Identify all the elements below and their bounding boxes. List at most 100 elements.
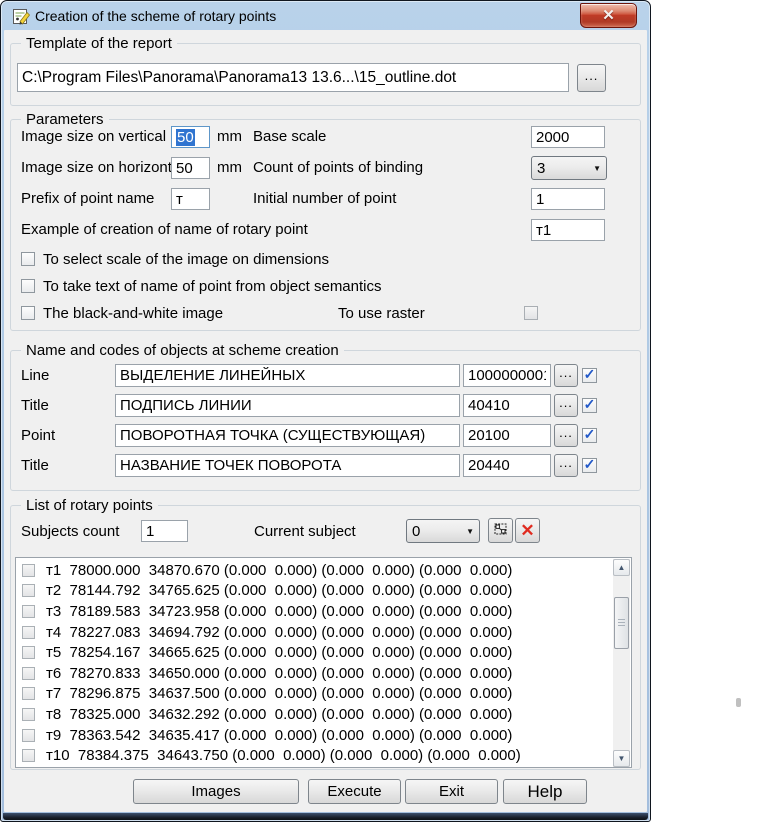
delete-subject-button[interactable]: ✕ [515, 518, 540, 543]
list-item[interactable]: т9 78363.542 34635.417 (0.000 0.000) (0.… [16, 725, 631, 746]
list-item[interactable]: т4 78227.083 34694.792 (0.000 0.000) (0.… [16, 622, 631, 643]
point-browse-button[interactable]: ... [554, 424, 578, 447]
stray-mark [736, 698, 741, 707]
title2-code-input[interactable] [463, 454, 551, 477]
chevron-down-icon: ▼ [593, 164, 601, 173]
code-row-label: Point [21, 427, 55, 444]
point-enabled-checkbox[interactable]: ✓ [582, 428, 597, 443]
template-browse-button[interactable]: ... [577, 64, 606, 92]
list-item[interactable]: т10 78384.375 34643.750 (0.000 0.000) (0… [16, 745, 631, 766]
scrollbar-thumb[interactable] [614, 597, 629, 649]
rotary-points-list[interactable]: т1 78000.000 34870.670 (0.000 0.000) (0.… [15, 557, 632, 768]
binding-points-dropdown[interactable]: 3 ▼ [531, 156, 607, 180]
title1-code-input[interactable] [463, 394, 551, 417]
close-icon: ✕ [602, 8, 615, 23]
title1-enabled-checkbox[interactable]: ✓ [582, 398, 597, 413]
image-vertical-input[interactable]: 50 [171, 126, 210, 148]
row-checkbox[interactable] [22, 605, 35, 618]
list-item[interactable]: т8 78325.000 34632.292 (0.000 0.000) (0.… [16, 704, 631, 725]
group-name-and-codes-label: Name and codes of objects at scheme crea… [21, 342, 344, 359]
delete-icon: ✕ [520, 521, 534, 541]
row-text: т7 78296.875 34637.500 (0.000 0.000) (0.… [46, 685, 512, 702]
current-subject-label: Current subject [254, 523, 356, 540]
help-button[interactable]: Help [503, 779, 587, 804]
row-text: т8 78325.000 34632.292 (0.000 0.000) (0.… [46, 706, 512, 723]
select-scale-checkbox-label: To select scale of the image on dimensio… [43, 251, 329, 268]
point-name-input[interactable] [115, 424, 460, 447]
current-subject-dropdown[interactable]: 0 ▼ [406, 519, 480, 543]
titlebar[interactable]: Creation of the scheme of rotary points [4, 4, 647, 30]
group-template-label: Template of the report [21, 35, 177, 52]
row-text: т2 78144.792 34765.625 (0.000 0.000) (0.… [46, 582, 512, 599]
group-name-and-codes: Name and codes of objects at scheme crea… [10, 350, 641, 491]
template-path-input[interactable] [17, 63, 569, 92]
select-scale-checkbox[interactable] [21, 252, 35, 266]
row-checkbox[interactable] [22, 626, 35, 639]
prefix-input[interactable] [171, 188, 210, 210]
row-checkbox[interactable] [22, 708, 35, 721]
exit-button[interactable]: Exit [405, 779, 498, 804]
dialog-client-area: Template of the report ... Parameters Im… [4, 30, 647, 812]
title2-name-input[interactable] [115, 454, 460, 477]
row-text: т3 78189.583 34723.958 (0.000 0.000) (0.… [46, 603, 512, 620]
initial-number-label: Initial number of point [253, 190, 396, 207]
line-browse-button[interactable]: ... [554, 364, 578, 387]
code-row-label: Title [21, 457, 49, 474]
example-input[interactable] [531, 219, 605, 241]
title1-name-input[interactable] [115, 394, 460, 417]
use-raster-label: To use raster [338, 305, 425, 322]
prefix-label: Prefix of point name [21, 190, 154, 207]
subjects-count-input[interactable] [141, 520, 188, 542]
close-button[interactable]: ✕ [580, 3, 637, 28]
base-scale-label: Base scale [253, 128, 326, 145]
row-checkbox[interactable] [22, 564, 35, 577]
check-icon: ✓ [584, 397, 596, 411]
list-item[interactable]: т3 78189.583 34723.958 (0.000 0.000) (0.… [16, 601, 631, 622]
code-row-label: Title [21, 397, 49, 414]
list-item[interactable]: т6 78270.833 34650.000 (0.000 0.000) (0.… [16, 663, 631, 684]
row-checkbox[interactable] [22, 729, 35, 742]
initial-number-input[interactable] [531, 188, 605, 210]
app-icon [12, 7, 31, 26]
row-text: т9 78363.542 34635.417 (0.000 0.000) (0.… [46, 727, 512, 744]
row-checkbox[interactable] [22, 646, 35, 659]
list-item[interactable]: т7 78296.875 34637.500 (0.000 0.000) (0.… [16, 684, 631, 705]
list-item[interactable]: т1 78000.000 34870.670 (0.000 0.000) (0.… [16, 560, 631, 581]
list-item[interactable]: т5 78254.167 34665.625 (0.000 0.000) (0.… [16, 642, 631, 663]
scroll-down-icon: ▼ [618, 755, 626, 763]
dialog-window: Creation of the scheme of rotary points … [0, 0, 651, 822]
group-template-of-report: Template of the report ... [10, 43, 641, 106]
image-vertical-value: 50 [176, 129, 195, 146]
scroll-down-button[interactable]: ▼ [613, 750, 630, 767]
use-raster-checkbox[interactable] [524, 306, 538, 320]
row-checkbox[interactable] [22, 667, 35, 680]
black-and-white-checkbox[interactable] [21, 306, 35, 320]
list-item[interactable]: т2 78144.792 34765.625 (0.000 0.000) (0.… [16, 581, 631, 602]
take-text-checkbox[interactable] [21, 279, 35, 293]
row-checkbox[interactable] [22, 749, 35, 762]
title2-enabled-checkbox[interactable]: ✓ [582, 458, 597, 473]
group-list-label: List of rotary points [21, 497, 158, 514]
scrollbar[interactable]: ▲ ▼ [613, 559, 630, 767]
line-enabled-checkbox[interactable]: ✓ [582, 368, 597, 383]
binding-points-label: Count of points of binding [253, 159, 423, 176]
scroll-up-button[interactable]: ▲ [613, 559, 630, 576]
subject-image-button[interactable] [488, 518, 513, 543]
execute-button[interactable]: Execute [308, 779, 401, 804]
take-text-checkbox-label: To take text of name of point from objec… [43, 278, 382, 295]
point-code-input[interactable] [463, 424, 551, 447]
image-horizontal-input[interactable] [171, 157, 210, 179]
window-bottom-frame [3, 813, 648, 820]
row-checkbox[interactable] [22, 687, 35, 700]
scheme-points-icon [493, 521, 509, 541]
row-checkbox[interactable] [22, 584, 35, 597]
base-scale-input[interactable] [531, 126, 605, 148]
row-text: т1 78000.000 34870.670 (0.000 0.000) (0.… [46, 562, 512, 579]
title1-browse-button[interactable]: ... [554, 394, 578, 417]
images-button[interactable]: Images [133, 779, 299, 804]
line-code-input[interactable] [463, 364, 551, 387]
binding-points-value: 3 [537, 160, 545, 177]
line-name-input[interactable] [115, 364, 460, 387]
title2-browse-button[interactable]: ... [554, 454, 578, 477]
check-icon: ✓ [584, 367, 596, 381]
